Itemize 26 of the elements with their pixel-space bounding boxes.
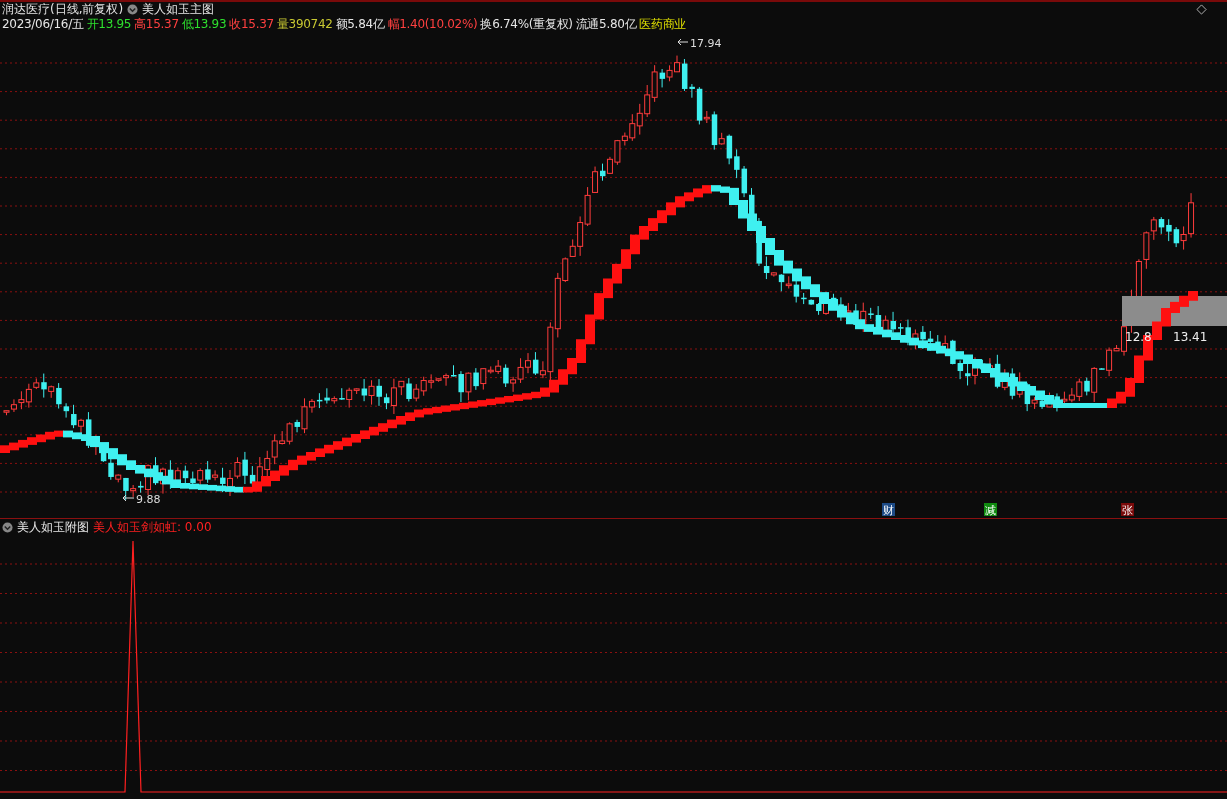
stock-title: 润达医疗(日线,前复权) <box>2 1 124 18</box>
range-high-label: 13.41 <box>1173 330 1208 344</box>
event-marker[interactable]: 张 <box>1121 503 1134 517</box>
event-marker[interactable]: 减 <box>984 503 997 517</box>
pointer-icon <box>122 494 135 502</box>
event-marker[interactable]: 财 <box>882 503 895 517</box>
quote-field: 医药商业 <box>639 16 687 33</box>
high-price-label: 17.94 <box>690 37 722 50</box>
quote-field: 换6.74%(重复权) <box>480 16 573 33</box>
quote-field: 额5.84亿 <box>335 16 385 33</box>
subchart-title[interactable]: 美人如玉附图 <box>17 519 89 536</box>
pointer-icon <box>677 38 689 46</box>
quote-field: 低13.93 <box>181 16 227 33</box>
quote-field: 流通5.80亿 <box>575 16 637 33</box>
quote-field: 2023/06/16/五 <box>2 16 84 33</box>
quote-field: 高15.37 <box>134 16 179 33</box>
diamond-icon[interactable] <box>1196 4 1207 15</box>
quote-field: 幅1.40(10.02%) <box>387 16 478 33</box>
dropdown-icon[interactable] <box>127 4 139 15</box>
dropdown-icon[interactable] <box>2 522 13 533</box>
quote-field: 量390742 <box>276 16 333 33</box>
indicator-title[interactable]: 美人如玉主图 <box>142 1 215 18</box>
low-price-label: 9.88 <box>136 493 161 506</box>
quote-field: 收15.37 <box>229 16 274 33</box>
indicator-value: 美人如玉剑如虹: 0.00 <box>93 519 212 536</box>
quote-field: 开13.95 <box>86 16 132 33</box>
